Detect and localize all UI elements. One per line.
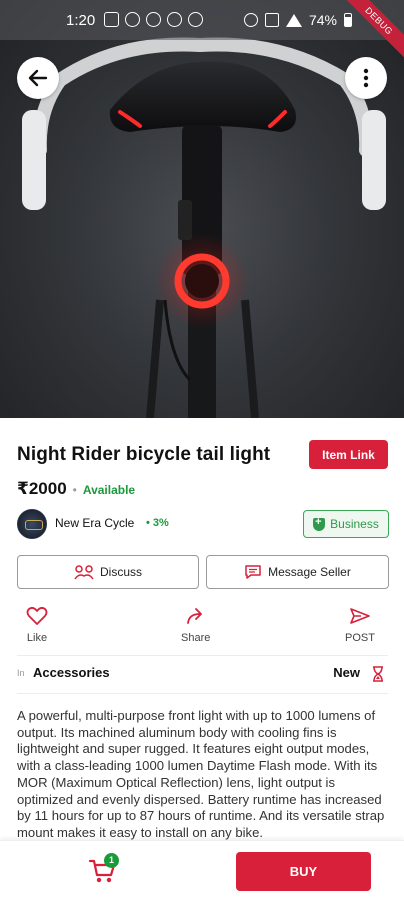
back-button[interactable] (17, 57, 59, 99)
status-time: 1:20 (66, 12, 96, 29)
message-seller-label: Message Seller (268, 565, 351, 579)
share-arrow-icon (186, 608, 202, 624)
more-vertical-icon (363, 68, 369, 88)
flipboard-notification-icon (188, 12, 203, 27)
post-button[interactable]: POST (345, 606, 375, 644)
bicycle-photo (22, 37, 386, 418)
notification-icons (104, 12, 203, 27)
discuss-button[interactable]: Discuss (17, 555, 199, 589)
alarm-icon (243, 13, 258, 27)
whatsapp-notification-icon (125, 12, 140, 27)
like-label: Like (26, 632, 48, 644)
divider (17, 655, 388, 656)
heart-icon (26, 606, 48, 625)
battery-percent: 74% (308, 12, 337, 28)
product-price: ₹2000 (17, 479, 67, 498)
price-row: ₹2000 • Available (17, 479, 135, 499)
product-image[interactable]: 1:20 74% DEBUG (0, 0, 404, 418)
data-icon (264, 13, 279, 27)
product-title: Night Rider bicycle tail light (17, 444, 271, 465)
share-label: Share (181, 632, 211, 644)
divider (17, 693, 388, 694)
hourglass-icon (373, 666, 383, 682)
bottom-action-bar: 1 BUY (0, 840, 404, 900)
battery-icon (344, 13, 352, 27)
discuss-label: Discuss (99, 565, 142, 579)
share-button[interactable]: Share (181, 606, 210, 644)
status-bar: 1:20 74% DEBUG (0, 0, 404, 66)
business-badge: Business (303, 510, 389, 538)
cart-count-badge: 1 (104, 853, 119, 868)
product-description: A powerful, multi-purpose front light wi… (17, 708, 385, 840)
signal-icon (285, 13, 302, 27)
category-prefix: In (17, 668, 25, 678)
separator-dot: • (72, 483, 77, 497)
telegram-notification-icon (146, 12, 161, 27)
message-icon (245, 565, 261, 579)
business-badge-label: Business (330, 517, 379, 531)
more-options-button[interactable] (345, 57, 387, 99)
availability-status: Available (82, 483, 136, 497)
buy-button[interactable]: BUY (236, 852, 371, 891)
app-notification-icon (167, 12, 182, 27)
condition-label: New (333, 665, 360, 680)
send-icon (350, 608, 370, 624)
shield-plus-icon (313, 516, 326, 531)
seller-rating: • 3% (146, 517, 169, 529)
category-name[interactable]: Accessories (33, 665, 110, 680)
discuss-icon (74, 565, 94, 580)
post-label: POST (345, 632, 375, 644)
seller-avatar[interactable] (17, 509, 47, 539)
seller-row[interactable]: New Era Cycle • 3% Business (17, 509, 389, 539)
arrow-left-icon (28, 69, 48, 87)
like-button[interactable]: Like (26, 606, 48, 644)
category-row: In Accessories New (17, 664, 388, 684)
system-status-icons: 74% (243, 12, 352, 28)
item-link-button[interactable]: Item Link (309, 440, 388, 469)
gallery-notification-icon (104, 12, 119, 27)
seller-name[interactable]: New Era Cycle (55, 516, 134, 530)
message-seller-button[interactable]: Message Seller (206, 555, 389, 589)
